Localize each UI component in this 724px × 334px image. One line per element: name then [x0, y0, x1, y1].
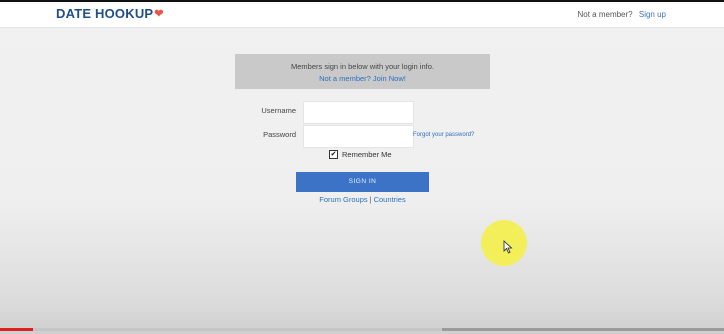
password-input[interactable]: [303, 125, 414, 148]
site-header: DATE HOOKUP ❤ Not a member? Sign up: [0, 2, 724, 28]
info-box: Members sign in below with your login in…: [235, 54, 490, 89]
countries-link[interactable]: Countries: [374, 195, 406, 204]
password-label: Password: [263, 130, 296, 139]
join-now-link[interactable]: Not a member? Join Now!: [235, 74, 490, 83]
username-label: Username: [261, 106, 296, 115]
video-progress-played[interactable]: [0, 328, 33, 331]
remember-label: Remember Me: [342, 150, 392, 159]
site-logo[interactable]: DATE HOOKUP ❤: [56, 6, 164, 21]
info-text: Members sign in below with your login in…: [291, 62, 434, 71]
video-progress-buffered: [0, 328, 442, 331]
forum-groups-link[interactable]: Forum Groups: [319, 195, 367, 204]
forgot-password-link[interactable]: Forgot your password?: [413, 132, 474, 138]
not-member-text: Not a member?: [577, 10, 633, 19]
header-signup-area: Not a member? Sign up: [577, 10, 666, 19]
remember-me[interactable]: ✔ Remember Me: [329, 150, 392, 159]
remember-checkbox[interactable]: ✔: [329, 150, 338, 159]
signup-link[interactable]: Sign up: [639, 10, 666, 19]
heart-icon: ❤: [154, 8, 164, 20]
logo-text: DATE HOOKUP: [56, 6, 154, 21]
footer-separator: |: [369, 195, 372, 204]
sign-in-button[interactable]: SIGN IN: [296, 172, 429, 192]
username-input[interactable]: [303, 101, 414, 124]
mouse-pointer-icon: [503, 240, 513, 254]
footer-links: Forum Groups | Countries: [300, 195, 425, 204]
